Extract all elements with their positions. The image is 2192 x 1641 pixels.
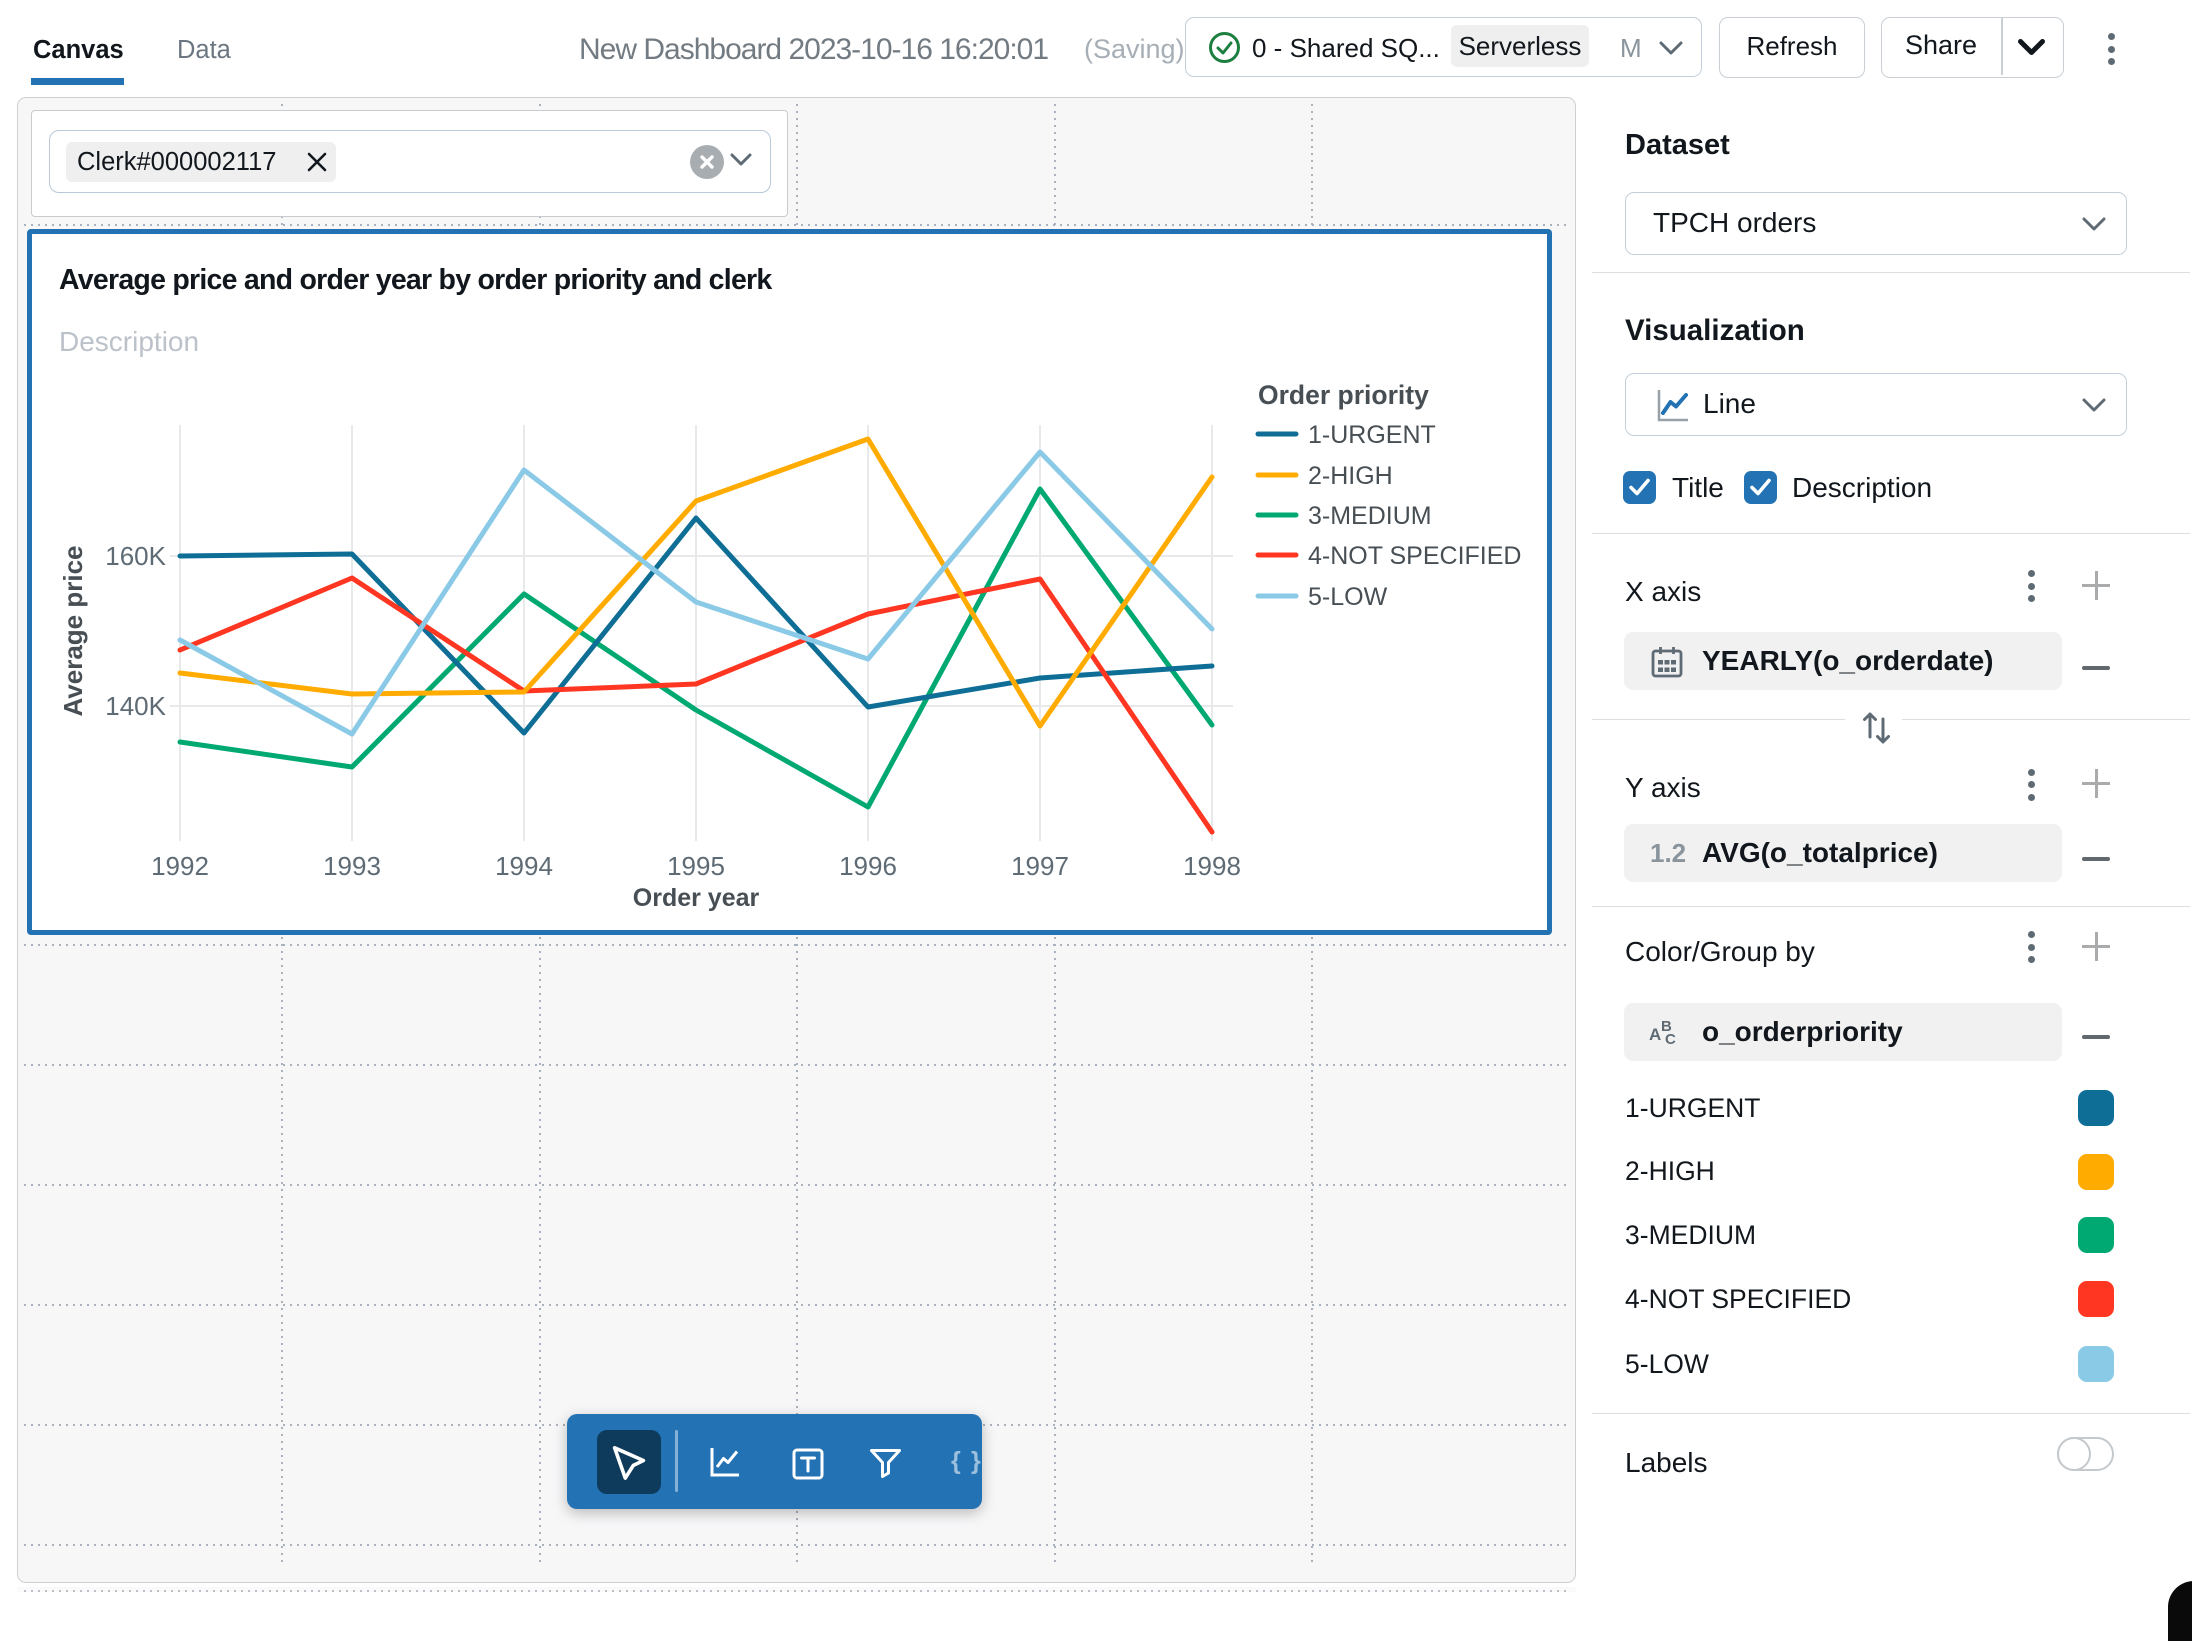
svg-text:1994: 1994 — [495, 851, 553, 881]
svg-text:1996: 1996 — [839, 851, 897, 881]
svg-text:C: C — [1665, 1031, 1676, 1048]
svg-text:Average price: Average price — [58, 545, 88, 716]
svg-text:1997: 1997 — [1011, 851, 1069, 881]
svg-text:A: A — [1649, 1025, 1661, 1044]
svg-text:Order priority: Order priority — [1258, 380, 1429, 410]
svg-text:5-LOW: 5-LOW — [1308, 583, 1388, 611]
svg-text:4-NOT SPECIFIED: 4-NOT SPECIFIED — [1308, 542, 1521, 570]
svg-text:1-URGENT: 1-URGENT — [1308, 421, 1436, 449]
svg-text:Order year: Order year — [633, 884, 760, 912]
svg-text:1995: 1995 — [667, 851, 725, 881]
svg-text:140K: 140K — [105, 691, 166, 721]
svg-text:3-MEDIUM: 3-MEDIUM — [1308, 502, 1432, 530]
svg-text:1998: 1998 — [1183, 851, 1241, 881]
svg-text:160K: 160K — [105, 541, 166, 571]
svg-text:1993: 1993 — [323, 851, 381, 881]
svg-text:2-HIGH: 2-HIGH — [1308, 462, 1393, 490]
svg-text:1992: 1992 — [151, 851, 209, 881]
